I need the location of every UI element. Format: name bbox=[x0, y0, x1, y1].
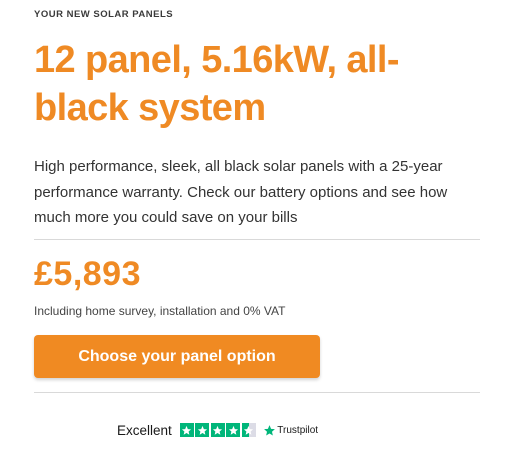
trustpilot-brand-name: Trustpilot bbox=[277, 424, 319, 436]
solar-panel-card: YOUR NEW SOLAR PANELS 12 panel, 5.16kW, … bbox=[34, 0, 480, 470]
choose-panel-option-button[interactable]: Choose your panel option bbox=[34, 335, 320, 378]
section-eyebrow: YOUR NEW SOLAR PANELS bbox=[34, 9, 174, 20]
trustpilot-stars bbox=[179, 423, 258, 437]
trustpilot-logo: Trustpilot bbox=[263, 424, 318, 437]
package-title: 12 panel, 5.16kW, all-black system bbox=[34, 39, 399, 129]
star-icon bbox=[179, 423, 194, 437]
star-icon bbox=[195, 423, 210, 437]
package-price: £5,893 bbox=[34, 255, 141, 293]
trustpilot-widget[interactable]: Excellent Trustpilot bbox=[117, 421, 318, 439]
divider bbox=[34, 239, 480, 240]
trustpilot-rating-label: Excellent bbox=[117, 422, 172, 438]
trustpilot-star-icon bbox=[264, 424, 276, 436]
divider bbox=[34, 392, 480, 393]
half-star-icon bbox=[241, 423, 256, 437]
star-icon bbox=[210, 423, 225, 437]
price-note: Including home survey, installation and … bbox=[34, 304, 286, 318]
package-description: High performance, sleek, all black solar… bbox=[34, 158, 448, 226]
star-icon bbox=[226, 423, 241, 437]
